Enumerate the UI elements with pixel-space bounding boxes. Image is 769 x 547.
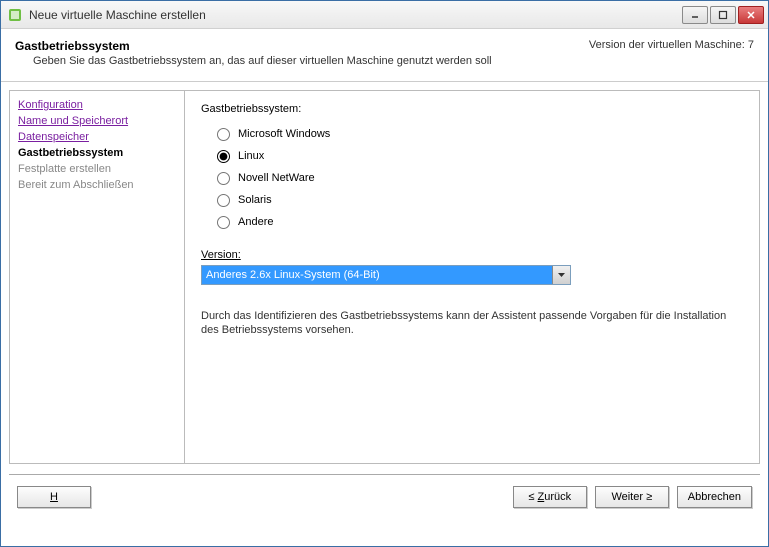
sidebar-item-configuration[interactable]: Konfiguration: [18, 97, 176, 113]
radio-other-label: Andere: [238, 216, 273, 228]
version-label: Version:: [201, 249, 743, 261]
guest-os-radio-group: Microsoft Windows Linux Novell NetWare S…: [201, 123, 743, 233]
titlebar: Neue virtuelle Maschine erstellen: [1, 1, 768, 29]
radio-solaris-label: Solaris: [238, 194, 272, 206]
version-select-value: Anderes 2.6x Linux-System (64-Bit): [202, 266, 552, 284]
wizard-footer: H ≤ Zurück Weiter ≥ Abbrechen: [1, 475, 768, 519]
version-select-button[interactable]: [552, 266, 570, 284]
chevron-down-icon: [558, 273, 565, 277]
guest-os-label: Gastbetriebssystem:: [201, 103, 743, 115]
radio-other[interactable]: Andere: [217, 211, 743, 233]
radio-other-input[interactable]: [217, 216, 230, 229]
radio-windows[interactable]: Microsoft Windows: [217, 123, 743, 145]
sidebar-item-guest-os: Gastbetriebssystem: [18, 145, 176, 161]
page-subtitle: Geben Sie das Gastbetriebssystem an, das…: [15, 55, 492, 67]
sidebar-item-name-location[interactable]: Name und Speicherort: [18, 113, 176, 129]
radio-linux-label: Linux: [238, 150, 264, 162]
radio-windows-input[interactable]: [217, 128, 230, 141]
radio-linux-input[interactable]: [217, 150, 230, 163]
cancel-button[interactable]: Abbrechen: [677, 486, 752, 508]
help-button[interactable]: H: [17, 486, 91, 508]
maximize-button[interactable]: [710, 6, 736, 24]
app-icon: [7, 7, 23, 23]
vm-version-label: Version der virtuellen Maschine: 7: [589, 39, 754, 51]
sidebar-item-ready: Bereit zum Abschließen: [18, 177, 176, 193]
sidebar-item-create-disk: Festplatte erstellen: [18, 161, 176, 177]
radio-windows-label: Microsoft Windows: [238, 128, 330, 140]
radio-netware-label: Novell NetWare: [238, 172, 315, 184]
radio-netware-input[interactable]: [217, 172, 230, 185]
version-select[interactable]: Anderes 2.6x Linux-System (64-Bit): [201, 265, 571, 285]
close-button[interactable]: [738, 6, 764, 24]
wizard-content: Gastbetriebssystem: Microsoft Windows Li…: [184, 90, 760, 464]
radio-linux[interactable]: Linux: [217, 145, 743, 167]
wizard-header: Gastbetriebssystem Geben Sie das Gastbet…: [1, 29, 768, 82]
sidebar-item-datastore[interactable]: Datenspeicher: [18, 129, 176, 145]
radio-solaris[interactable]: Solaris: [217, 189, 743, 211]
window-controls: [682, 6, 764, 24]
radio-solaris-input[interactable]: [217, 194, 230, 207]
next-button[interactable]: Weiter ≥: [595, 486, 669, 508]
minimize-button[interactable]: [682, 6, 708, 24]
page-title: Gastbetriebssystem: [15, 39, 492, 53]
hint-text: Durch das Identifizieren des Gastbetrieb…: [201, 309, 743, 337]
wizard-steps: Konfiguration Name und Speicherort Daten…: [9, 90, 184, 464]
back-button[interactable]: ≤ Zurück: [513, 486, 587, 508]
radio-netware[interactable]: Novell NetWare: [217, 167, 743, 189]
window-title: Neue virtuelle Maschine erstellen: [29, 8, 682, 22]
